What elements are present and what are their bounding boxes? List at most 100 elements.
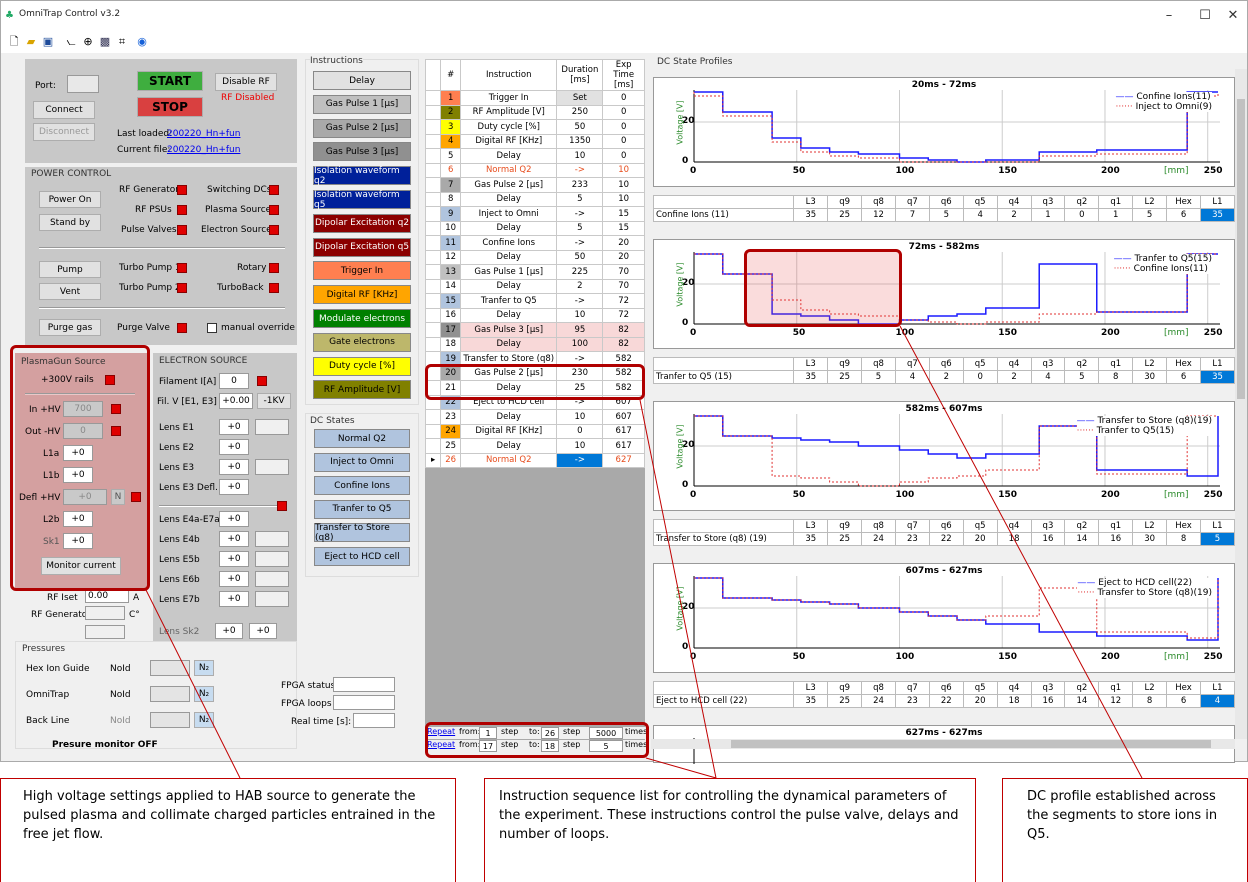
row-duration[interactable]: 0: [556, 423, 604, 439]
row-selector[interactable]: [424, 148, 442, 164]
row-selector[interactable]: [424, 249, 442, 265]
scrollbar-thumb[interactable]: [1237, 99, 1245, 399]
segment-value[interactable]: 25: [827, 370, 863, 384]
table-row[interactable]: 5 Delay 10 0: [424, 148, 645, 164]
instruction-button[interactable]: Trigger In: [313, 261, 411, 281]
segment-value[interactable]: 1: [1030, 208, 1066, 222]
row-duration[interactable]: 2: [556, 278, 604, 294]
new-file-icon[interactable]: 🗋: [7, 35, 21, 49]
table-row[interactable]: 6 Normal Q2 -> 10: [424, 162, 645, 178]
segment-value[interactable]: 4: [1199, 694, 1236, 708]
vent-button[interactable]: Vent: [39, 283, 101, 300]
lens-input[interactable]: +0: [219, 419, 249, 435]
start-button[interactable]: START: [137, 71, 203, 91]
instruction-button[interactable]: Gas Pulse 1 [µs]: [313, 94, 411, 114]
horizontal-scrollbar[interactable]: [651, 739, 1235, 749]
row-duration[interactable]: 1350: [556, 133, 604, 149]
segment-value[interactable]: 2: [996, 208, 1032, 222]
lens-input[interactable]: +0: [219, 591, 249, 607]
table-row[interactable]: 16 Delay 10 72: [424, 307, 645, 323]
instruction-button[interactable]: Modulate electrons: [313, 309, 411, 328]
row-duration[interactable]: ->: [556, 293, 604, 309]
row-selector[interactable]: [424, 307, 442, 323]
lens-input[interactable]: +0: [219, 551, 249, 567]
lens-input[interactable]: +0: [219, 479, 249, 495]
row-selector[interactable]: [424, 336, 442, 352]
row-duration[interactable]: 10: [556, 438, 604, 454]
row-duration[interactable]: 50: [556, 119, 604, 135]
minimize-button[interactable]: –: [1149, 5, 1189, 27]
lens-sk2-input-1[interactable]: +0: [215, 623, 243, 639]
table-row[interactable]: 2 RF Amplitude [V] 250 0: [424, 104, 645, 120]
segment-value[interactable]: 16: [1030, 532, 1066, 546]
instruction-button[interactable]: Duty cycle [%]: [313, 356, 411, 376]
segment-value[interactable]: 6: [1166, 694, 1201, 708]
save-icon[interactable]: ▣: [41, 35, 55, 49]
segment-value[interactable]: 5: [1064, 370, 1100, 384]
segment-value[interactable]: 35: [1199, 370, 1236, 384]
table-row[interactable]: 3 Duty cycle [%] 50 0: [424, 119, 645, 135]
row-selector[interactable]: [424, 438, 442, 454]
segment-value[interactable]: 20: [962, 694, 998, 708]
stand-by-button[interactable]: Stand by: [39, 214, 101, 231]
grid-icon[interactable]: ⌗: [115, 35, 129, 49]
dc-state-button[interactable]: Transfer to Store (q8): [314, 523, 410, 543]
vertical-scrollbar[interactable]: [1235, 69, 1247, 739]
n2-button[interactable]: N₂: [194, 686, 214, 702]
instruction-button[interactable]: Delay: [313, 71, 411, 90]
port-input[interactable]: [67, 75, 99, 93]
segment-value[interactable]: 0: [962, 370, 998, 384]
segment-value[interactable]: 22: [928, 694, 964, 708]
row-duration[interactable]: 5: [556, 220, 604, 236]
filament-input[interactable]: 0: [219, 373, 249, 389]
segment-value[interactable]: 8: [1132, 694, 1168, 708]
row-selector[interactable]: [424, 423, 442, 439]
segment-value[interactable]: 4: [894, 370, 930, 384]
table-row[interactable]: 12 Delay 50 20: [424, 249, 645, 265]
segment-value[interactable]: 24: [861, 532, 896, 546]
disable-rf-button[interactable]: Disable RF: [215, 73, 277, 91]
dc-state-button[interactable]: Tranfer to Q5: [314, 499, 410, 519]
row-duration[interactable]: 225: [556, 264, 604, 280]
instruction-button[interactable]: Gate electrons: [313, 332, 411, 352]
table-row[interactable]: 10 Delay 5 15: [424, 220, 645, 236]
row-selector[interactable]: ▸: [424, 452, 442, 468]
segment-value[interactable]: 5: [861, 370, 896, 384]
instruction-button[interactable]: Gas Pulse 3 [µs]: [313, 142, 411, 162]
segment-value[interactable]: 2: [996, 370, 1032, 384]
segment-value[interactable]: 30: [1132, 532, 1168, 546]
chart-icon[interactable]: ⦦: [64, 35, 78, 49]
instruction-button[interactable]: Digital RF [KHz]: [313, 285, 411, 305]
row-selector[interactable]: [424, 90, 442, 106]
pump-button[interactable]: Pump: [39, 261, 101, 278]
segment-value[interactable]: 0: [1064, 208, 1100, 222]
lens-input[interactable]: +0: [219, 511, 249, 527]
dc-state-button[interactable]: Eject to HCD cell: [314, 547, 410, 566]
row-duration[interactable]: ->: [556, 162, 604, 178]
row-duration[interactable]: 10: [556, 409, 604, 425]
segment-value[interactable]: 18: [996, 532, 1032, 546]
instruction-button[interactable]: Gas Pulse 2 [µs]: [313, 118, 411, 138]
table-row[interactable]: 23 Delay 10 607: [424, 409, 645, 425]
row-duration[interactable]: Set: [556, 90, 604, 106]
segment-value[interactable]: 35: [793, 694, 829, 708]
row-selector[interactable]: [424, 104, 442, 120]
segment-value[interactable]: 12: [861, 208, 896, 222]
row-duration[interactable]: ->: [556, 206, 604, 222]
row-duration[interactable]: ->: [556, 452, 604, 468]
segment-value[interactable]: 35: [793, 370, 829, 384]
table-row[interactable]: 18 Delay 100 82: [424, 336, 645, 352]
segment-value[interactable]: 24: [861, 694, 896, 708]
instruction-button[interactable]: Dipolar Excitation q5: [313, 237, 411, 257]
table-row[interactable]: 14 Delay 2 70: [424, 278, 645, 294]
segment-value[interactable]: 5: [1199, 532, 1236, 546]
row-duration[interactable]: 100: [556, 336, 604, 352]
lens-input[interactable]: +0: [219, 531, 249, 547]
purge-gas-button[interactable]: Purge gas: [39, 319, 101, 336]
dc-state-button[interactable]: Normal Q2: [314, 429, 410, 448]
lens-input[interactable]: +0: [219, 571, 249, 587]
current-file-link[interactable]: 200220_Hn+fun: [167, 145, 240, 155]
last-loaded-link[interactable]: 200220_Hn+fun: [167, 129, 240, 139]
segment-value[interactable]: 30: [1132, 370, 1168, 384]
segment-value[interactable]: 8: [1166, 532, 1201, 546]
